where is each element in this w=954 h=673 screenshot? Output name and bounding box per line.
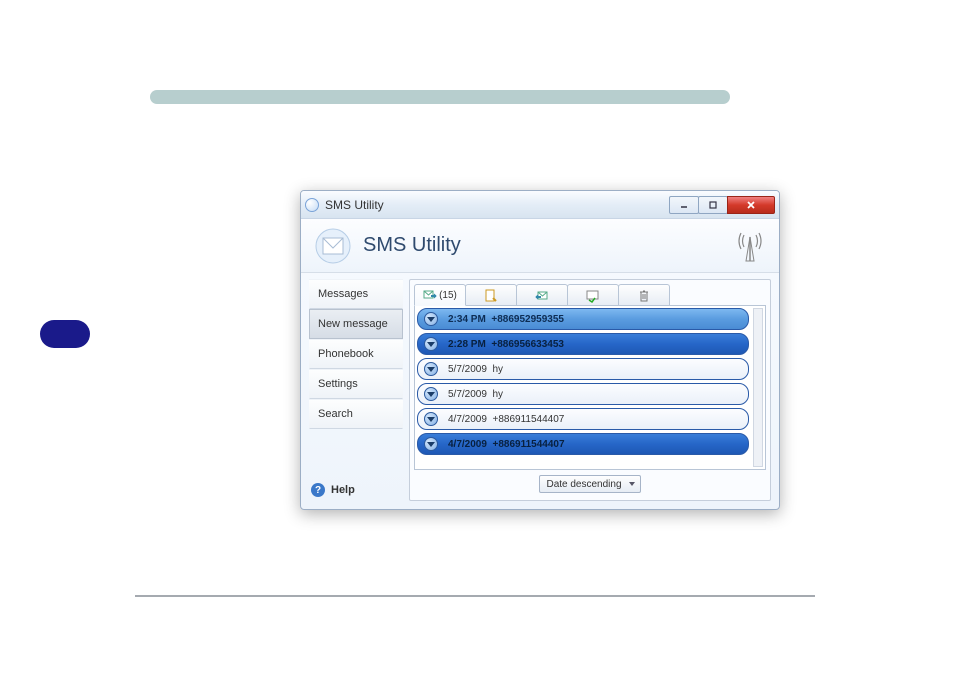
message-time: 5/7/2009 bbox=[448, 364, 487, 375]
message-time: 5/7/2009 bbox=[448, 389, 487, 400]
message-row[interactable]: 5/7/2009 hy bbox=[417, 383, 749, 405]
message-sender: hy bbox=[493, 364, 504, 375]
message-row[interactable]: 2:28 PM +886956633453 bbox=[417, 333, 749, 355]
help-icon: ? bbox=[311, 483, 325, 497]
maximize-button[interactable] bbox=[698, 196, 728, 214]
tab-inbox[interactable]: (15) bbox=[414, 284, 466, 306]
message-sender: +886952959355 bbox=[491, 314, 564, 325]
message-tabbar: (15) bbox=[414, 284, 766, 306]
sent-icon bbox=[586, 289, 600, 303]
close-button[interactable] bbox=[727, 196, 775, 214]
envelope-icon bbox=[315, 228, 351, 264]
sidebar-item-search[interactable]: Search bbox=[309, 399, 403, 429]
decorative-pill bbox=[40, 320, 90, 348]
expand-arrow-icon[interactable] bbox=[424, 437, 438, 451]
antenna-icon bbox=[735, 229, 765, 268]
trash-icon bbox=[637, 289, 651, 303]
sidebar: Messages New message Phonebook Settings … bbox=[309, 279, 403, 501]
window-controls bbox=[670, 196, 775, 214]
message-time: 2:28 PM bbox=[448, 339, 486, 350]
content-panel: (15) 2:34 PM +8869 bbox=[409, 279, 771, 501]
divider-line bbox=[135, 595, 815, 597]
minimize-button[interactable] bbox=[669, 196, 699, 214]
sidebar-item-label: New message bbox=[318, 318, 388, 330]
expand-arrow-icon[interactable] bbox=[424, 337, 438, 351]
sidebar-item-settings[interactable]: Settings bbox=[309, 369, 403, 399]
sort-selected-label: Date descending bbox=[546, 479, 621, 490]
draft-icon bbox=[484, 289, 498, 303]
sort-dropdown[interactable]: Date descending bbox=[539, 475, 640, 493]
message-row[interactable]: 4/7/2009 +886911544407 bbox=[417, 433, 749, 455]
message-sender: +886911544407 bbox=[493, 439, 565, 450]
sort-bar: Date descending bbox=[414, 472, 766, 496]
message-list[interactable]: 2:34 PM +886952959355 2:28 PM +886956633… bbox=[414, 305, 766, 470]
tab-outbox[interactable] bbox=[516, 284, 568, 306]
message-sender: +886911544407 bbox=[493, 414, 565, 425]
window-title: SMS Utility bbox=[325, 198, 670, 212]
inbox-icon bbox=[423, 288, 437, 302]
outbox-icon bbox=[535, 289, 549, 303]
decorative-bar bbox=[150, 90, 730, 104]
expand-arrow-icon[interactable] bbox=[424, 312, 438, 326]
sidebar-item-label: Messages bbox=[318, 288, 368, 300]
message-row[interactable]: 5/7/2009 hy bbox=[417, 358, 749, 380]
close-icon bbox=[745, 200, 757, 210]
tab-trash[interactable] bbox=[618, 284, 670, 306]
sidebar-item-label: Settings bbox=[318, 378, 358, 390]
minimize-icon bbox=[679, 200, 689, 210]
message-row[interactable]: 2:34 PM +886952959355 bbox=[417, 308, 749, 330]
tab-drafts[interactable] bbox=[465, 284, 517, 306]
sidebar-item-phonebook[interactable]: Phonebook bbox=[309, 339, 403, 369]
app-window: SMS Utility SMS Utility bbox=[300, 190, 780, 510]
help-link[interactable]: ? Help bbox=[309, 479, 403, 501]
message-time: 4/7/2009 bbox=[448, 439, 487, 450]
titlebar[interactable]: SMS Utility bbox=[301, 191, 779, 219]
message-time: 2:34 PM bbox=[448, 314, 486, 325]
message-sender: hy bbox=[493, 389, 504, 400]
expand-arrow-icon[interactable] bbox=[424, 362, 438, 376]
scrollbar[interactable] bbox=[753, 308, 763, 467]
app-title: SMS Utility bbox=[363, 234, 461, 257]
sidebar-item-new-message[interactable]: New message bbox=[309, 309, 403, 339]
inbox-count: (15) bbox=[439, 290, 457, 301]
expand-arrow-icon[interactable] bbox=[424, 412, 438, 426]
sidebar-spacer bbox=[309, 429, 403, 479]
sidebar-item-label: Search bbox=[318, 408, 353, 420]
message-time: 4/7/2009 bbox=[448, 414, 487, 425]
sidebar-item-messages[interactable]: Messages bbox=[309, 279, 403, 309]
header: SMS Utility bbox=[301, 219, 779, 273]
app-titlebar-icon bbox=[305, 198, 319, 212]
message-row[interactable]: 4/7/2009 +886911544407 bbox=[417, 408, 749, 430]
tab-sent[interactable] bbox=[567, 284, 619, 306]
body: Messages New message Phonebook Settings … bbox=[301, 273, 779, 509]
sidebar-item-label: Phonebook bbox=[318, 348, 374, 360]
maximize-icon bbox=[708, 200, 718, 210]
message-sender: +886956633453 bbox=[491, 339, 564, 350]
expand-arrow-icon[interactable] bbox=[424, 387, 438, 401]
help-label: Help bbox=[331, 484, 355, 496]
